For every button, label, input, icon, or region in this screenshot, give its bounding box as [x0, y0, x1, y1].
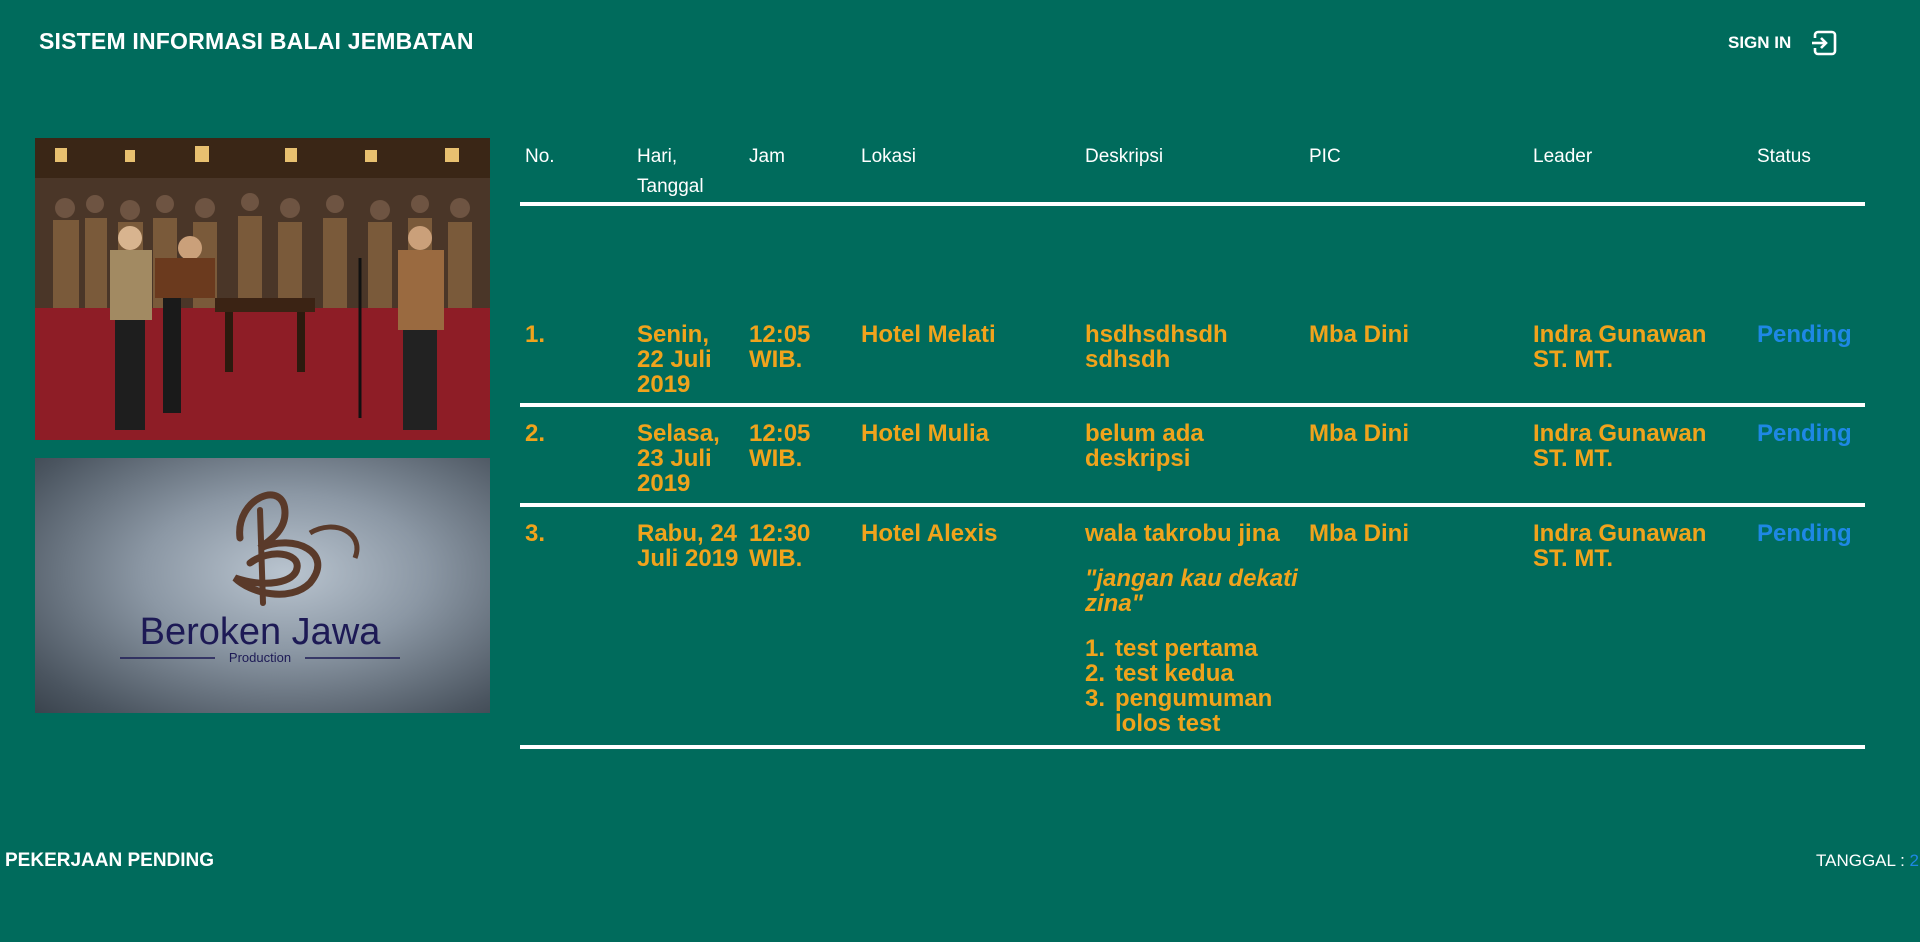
sign-in-label: SIGN IN	[1728, 33, 1792, 52]
top-navbar: SISTEM INFORMASI BALAI JEMBATAN SIGN IN	[0, 0, 1920, 86]
col-header-hari-tanggal: Hari, Tanggal	[637, 146, 704, 197]
side-images: Beroken Jawa Production	[35, 138, 490, 713]
row-status-badge: Pending	[1757, 420, 1852, 447]
row-status-badge: Pending	[1757, 321, 1852, 348]
col-header-pic: PIC	[1309, 146, 1341, 167]
app-title: SISTEM INFORMASI BALAI JEMBATAN	[39, 28, 474, 54]
sign-in-icon	[1811, 30, 1837, 56]
row-no: 2.	[525, 420, 546, 447]
row-lokasi: Hotel Melati	[861, 321, 996, 348]
row-leader: Indra Gunawan ST. MT.	[1533, 520, 1707, 572]
row-hari-tanggal: Senin, 22 Juli 2019	[637, 321, 712, 398]
col-header-leader: Leader	[1533, 146, 1593, 167]
list-item-number: 2.	[1085, 660, 1106, 687]
list-item-text: test pertama	[1115, 635, 1258, 662]
row-jam: 12:05 WIB.	[749, 321, 811, 373]
row-jam: 12:05 WIB.	[749, 420, 811, 472]
row-hari-tanggal: Selasa, 23 Juli 2019	[637, 420, 720, 497]
row-lokasi: Hotel Mulia	[861, 420, 990, 447]
list-item-number: 1.	[1085, 635, 1106, 662]
row-pic: Mba Dini	[1309, 420, 1409, 447]
row-pic: Mba Dini	[1309, 321, 1409, 348]
logo-subtext: Production	[229, 650, 291, 665]
col-header-jam: Jam	[749, 146, 785, 167]
col-header-status: Status	[1757, 146, 1811, 167]
table-row: 1. Senin, 22 Juli 2019 12:05 WIB. Hotel …	[520, 206, 1865, 407]
row-pic: Mba Dini	[1309, 520, 1409, 547]
col-header-deskripsi: Deskripsi	[1085, 146, 1164, 167]
row-jam: 12:30 WIB.	[749, 520, 811, 572]
deskripsi-quote: "jangan kau dekati zina"	[1085, 565, 1298, 617]
row-hari-tanggal: Rabu, 24 Juli 2019	[637, 520, 739, 572]
list-item-text: test kedua	[1115, 660, 1234, 687]
row-no: 3.	[525, 520, 546, 547]
ceremony-photo	[35, 138, 490, 440]
col-header-no: No.	[525, 146, 555, 167]
row-status-badge: Pending	[1757, 520, 1852, 547]
deskripsi-title: wala takrobu jina	[1085, 520, 1280, 547]
row-lokasi: Hotel Alexis	[861, 520, 998, 547]
footer-date-value: 2	[1909, 851, 1919, 870]
footer-date-label: TANGGAL :	[1816, 851, 1910, 870]
footer-date: TANGGAL : 2	[1816, 851, 1919, 871]
row-deskripsi: hsdhsdhsdh sdhsdh	[1085, 321, 1228, 373]
col-header-lokasi: Lokasi	[861, 146, 916, 167]
list-item: 2. test kedua	[1085, 661, 1310, 686]
list-item: 1. test pertama	[1085, 636, 1310, 661]
footer-pending-label: PEKERJAAN PENDING	[5, 850, 215, 871]
row-leader: Indra Gunawan ST. MT.	[1533, 321, 1707, 373]
row-no: 1.	[525, 321, 546, 348]
deskripsi-list: 1. test pertama 2. test kedua 3. pengumuman…	[1085, 636, 1310, 736]
list-item: 3. pengumuman lolos test	[1085, 686, 1310, 736]
logo-photo: Beroken Jawa Production	[35, 458, 490, 713]
row-deskripsi: belum ada deskripsi	[1085, 420, 1204, 472]
logo-brand-text: Beroken Jawa	[140, 611, 382, 653]
table-header: No. Hari, Tanggal Jam Lokasi Deskripsi P…	[520, 138, 1865, 206]
table-row: 3. Rabu, 24 Juli 2019 12:30 WIB. Hotel A…	[520, 507, 1865, 749]
list-item-text: pengumuman lolos test	[1115, 685, 1273, 737]
table-row: 2. Selasa, 23 Juli 2019 12:05 WIB. Hotel…	[520, 407, 1865, 507]
schedule-table: No. Hari, Tanggal Jam Lokasi Deskripsi P…	[520, 138, 1865, 749]
row-leader: Indra Gunawan ST. MT.	[1533, 420, 1707, 472]
row-deskripsi: wala takrobu jina "jangan kau dekati zin…	[1085, 521, 1310, 736]
sign-in-button[interactable]: SIGN IN	[1728, 30, 1837, 56]
list-item-number: 3.	[1085, 685, 1106, 712]
